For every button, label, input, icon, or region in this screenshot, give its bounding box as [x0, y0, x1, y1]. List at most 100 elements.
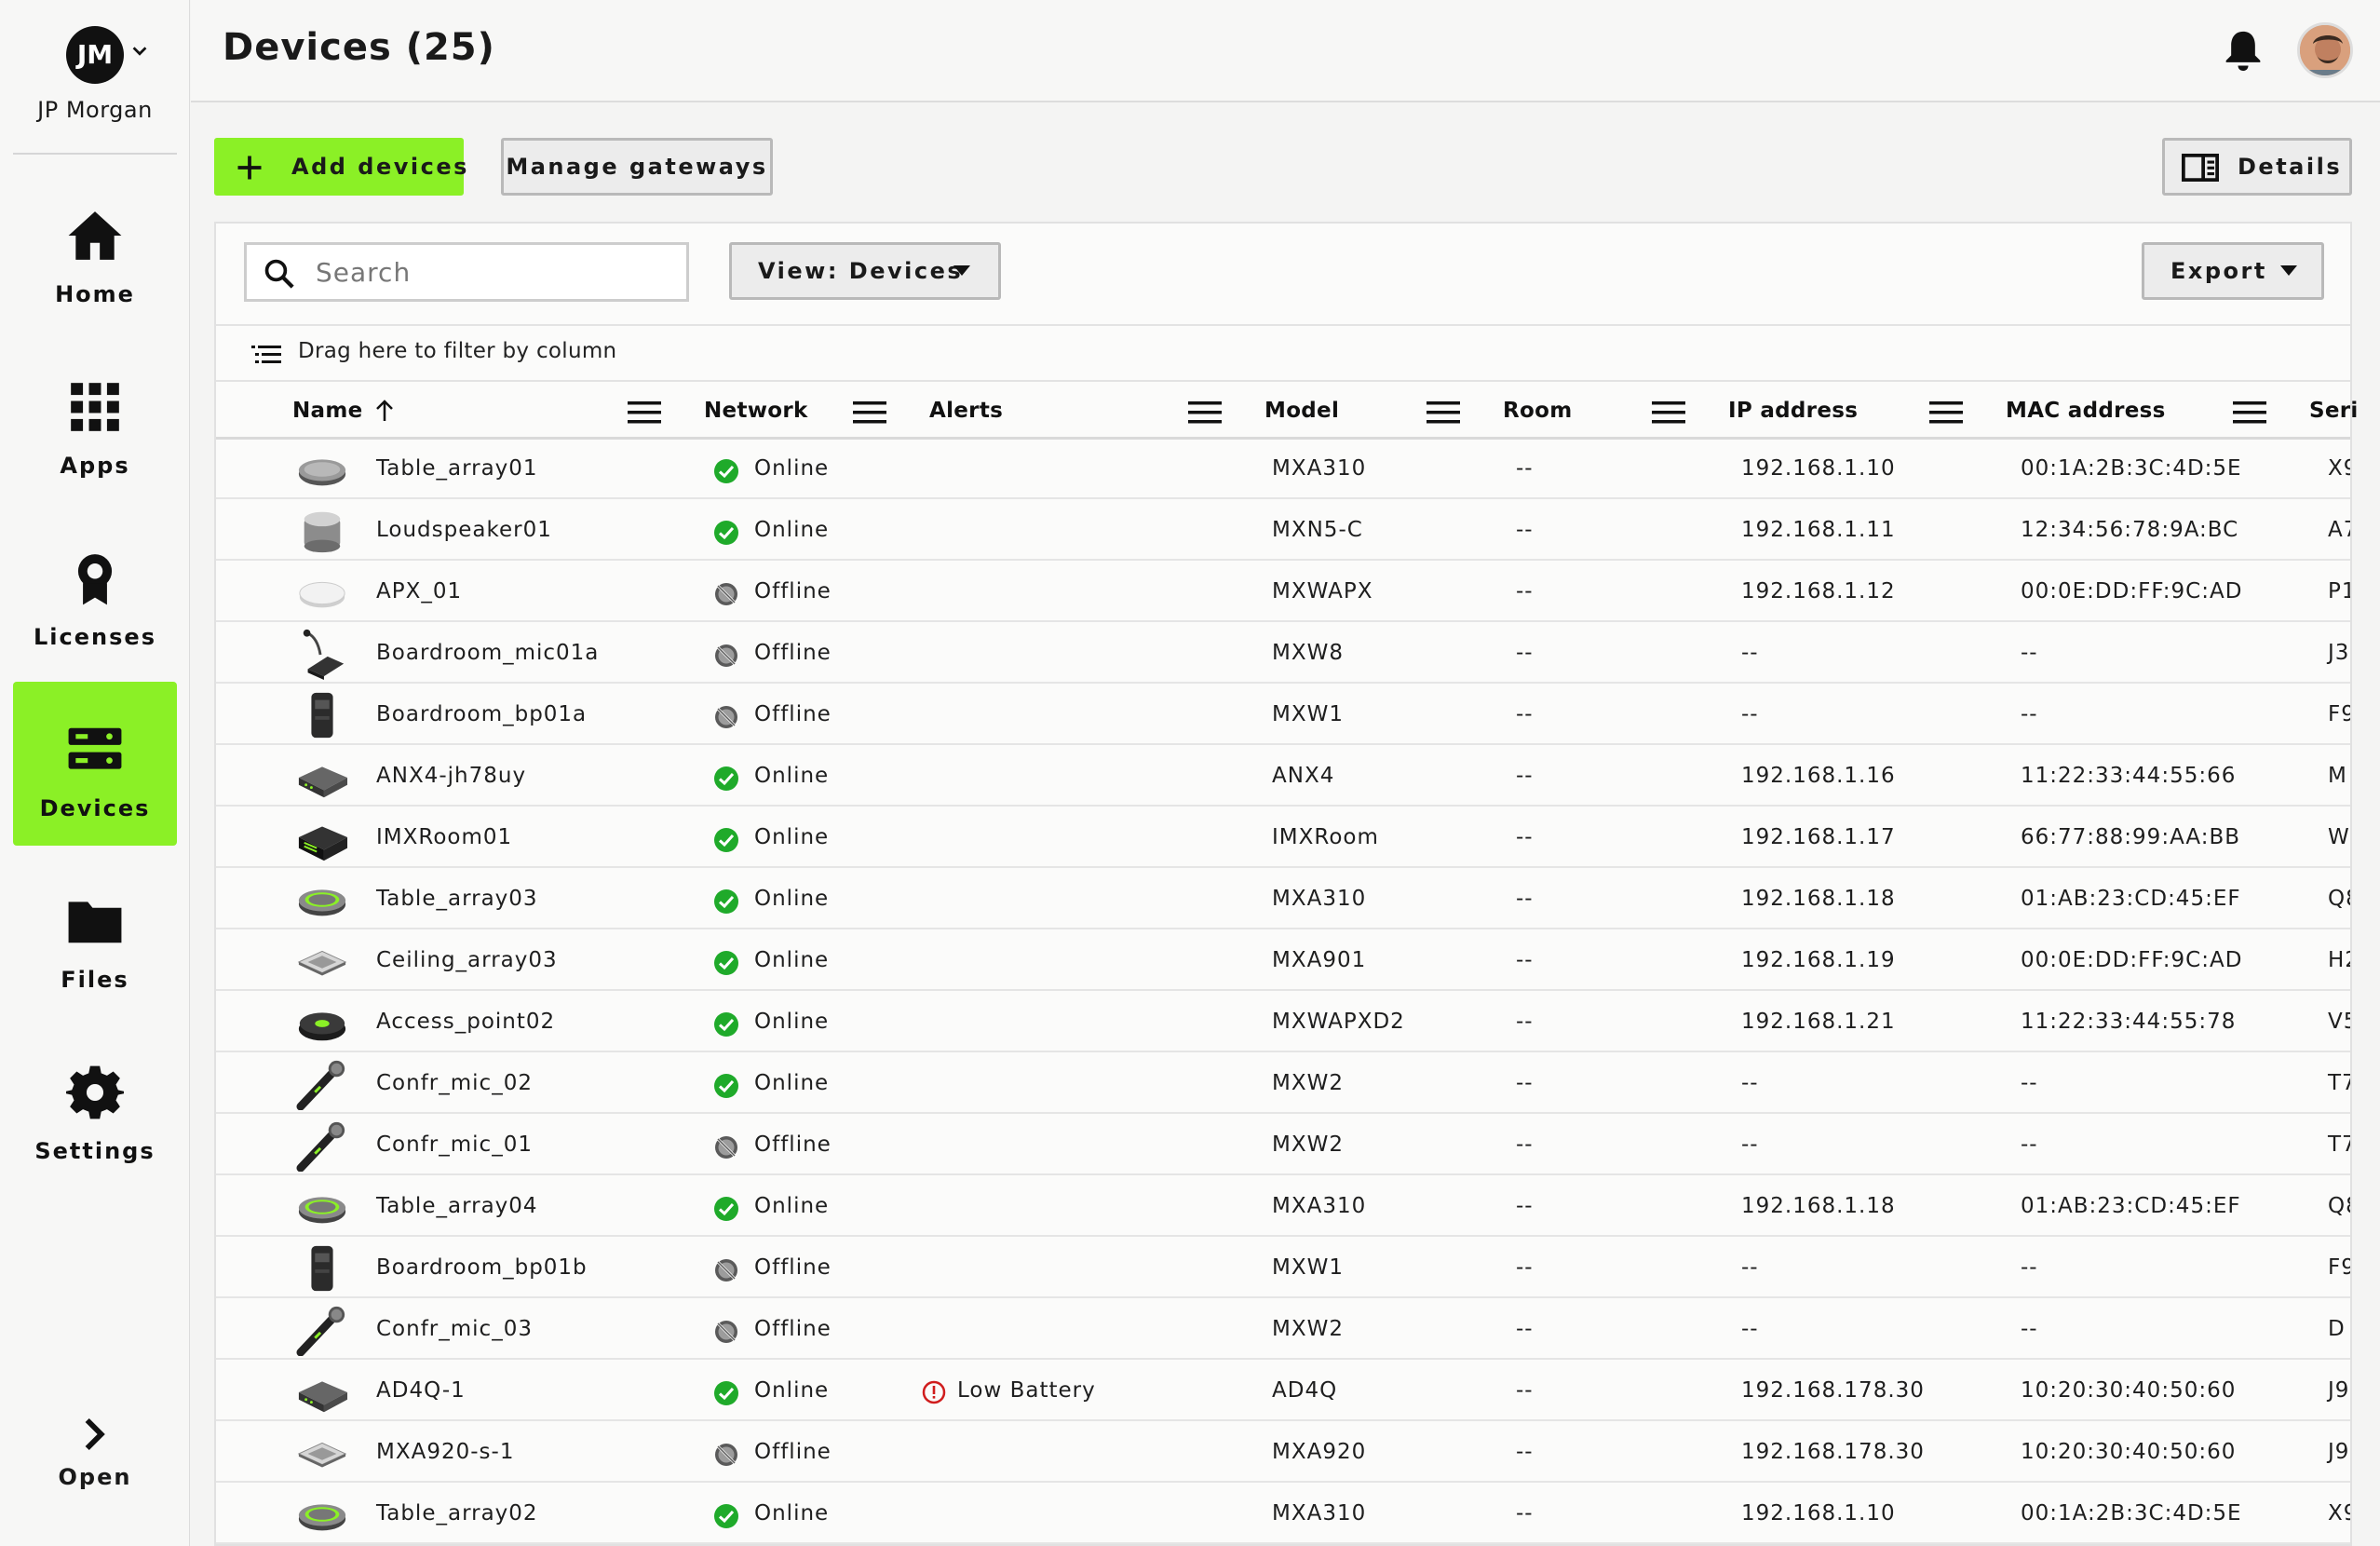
cell-device-name[interactable]: Table_array04: [376, 1194, 538, 1218]
cell-network-status: Offline: [754, 579, 832, 603]
chevron-down-icon[interactable]: [129, 41, 150, 61]
search-input[interactable]: [316, 252, 669, 292]
table-row[interactable]: Ceiling_array03 Online MXA901 -- 192.168…: [216, 931, 2350, 991]
cell-device-name[interactable]: Loudspeaker01: [376, 518, 552, 542]
cell-device-name[interactable]: Confr_mic_02: [376, 1071, 533, 1095]
table-row[interactable]: Access_point02 Online MXWAPXD2 -- 192.16…: [216, 993, 2350, 1052]
cell-device-name[interactable]: MXA920-s-1: [376, 1440, 514, 1464]
cell-serial: J9: [2328, 1440, 2350, 1464]
column-header-name[interactable]: Name: [292, 399, 363, 423]
column-header-mac-address[interactable]: MAC address: [2006, 399, 2166, 423]
table-row[interactable]: Boardroom_bp01b Offline MXW1 -- -- -- F9: [216, 1239, 2350, 1298]
table-row[interactable]: Confr_mic_01 Offline MXW2 -- -- -- T7: [216, 1116, 2350, 1175]
cell-device-name[interactable]: Boardroom_mic01a: [376, 641, 599, 665]
nav-item-settings[interactable]: Settings: [13, 1024, 177, 1188]
cell-device-name[interactable]: Boardroom_bp01a: [376, 702, 587, 726]
status-offline-icon: [715, 706, 737, 728]
cell-serial: F9: [2328, 702, 2350, 726]
group-by-drop-zone[interactable]: Drag here to filter by column: [216, 324, 2350, 382]
table-row[interactable]: Table_array04 Online MXA310 -- 192.168.1…: [216, 1177, 2350, 1237]
column-menu-icon[interactable]: [1652, 400, 1685, 425]
cell-mac-address: --: [2021, 1255, 2038, 1280]
cell-device-name[interactable]: Ceiling_array03: [376, 948, 558, 972]
column-header-network[interactable]: Network: [704, 399, 808, 423]
sidebar-expand-button[interactable]: Open: [13, 1397, 177, 1509]
search-box[interactable]: [244, 242, 689, 302]
column-header-model[interactable]: Model: [1264, 399, 1339, 423]
cell-serial: A7: [2328, 518, 2350, 542]
table-row[interactable]: Confr_mic_03 Offline MXW2 -- -- -- D: [216, 1300, 2350, 1360]
cell-ip-address: --: [1741, 1317, 1759, 1341]
column-header-room[interactable]: Room: [1503, 399, 1572, 423]
table-row[interactable]: Table_array03 Online MXA310 -- 192.168.1…: [216, 870, 2350, 929]
export-dropdown[interactable]: Export: [2142, 242, 2324, 300]
cell-device-name[interactable]: Table_array02: [376, 1501, 538, 1526]
column-menu-icon[interactable]: [628, 400, 661, 425]
gear-icon: [66, 1065, 124, 1119]
add-devices-button[interactable]: Add devices: [214, 138, 467, 196]
cell-device-name[interactable]: Access_point02: [376, 1010, 555, 1034]
details-button[interactable]: Details: [2162, 138, 2352, 196]
device-thumbnail-handheld-mic-icon: [296, 1306, 345, 1356]
cell-device-name[interactable]: AD4Q-1: [376, 1378, 466, 1403]
cell-ip-address: 192.168.1.17: [1741, 825, 1896, 849]
table-row[interactable]: Boardroom_mic01a Offline MXW8 -- -- -- J…: [216, 624, 2350, 684]
cell-ip-address: --: [1741, 702, 1759, 726]
table-row[interactable]: Confr_mic_02 Online MXW2 -- -- -- T7: [216, 1054, 2350, 1114]
cell-device-name[interactable]: IMXRoom01: [376, 825, 512, 849]
manage-gateways-button[interactable]: Manage gateways: [501, 138, 773, 196]
cell-device-name[interactable]: Confr_mic_03: [376, 1317, 533, 1341]
org-avatar[interactable]: JM: [66, 26, 124, 84]
table-row[interactable]: APX_01 Offline MXWAPX -- 192.168.1.12 00…: [216, 563, 2350, 622]
table-row[interactable]: Boardroom_bp01a Offline MXW1 -- -- -- F9: [216, 685, 2350, 745]
table-row[interactable]: Table_array02 Online MXA310 -- 192.168.1…: [216, 1485, 2350, 1544]
table-row[interactable]: Loudspeaker01 Online MXN5-C -- 192.168.1…: [216, 501, 2350, 561]
column-menu-icon[interactable]: [853, 400, 886, 425]
nav-item-home[interactable]: Home: [13, 168, 177, 332]
column-menu-icon[interactable]: [1929, 400, 1963, 425]
bell-icon[interactable]: [2223, 28, 2264, 73]
user-avatar[interactable]: [2297, 22, 2353, 78]
nav-item-devices[interactable]: Devices: [13, 682, 177, 846]
cell-serial: J9: [2328, 1378, 2350, 1403]
table-row[interactable]: AD4Q-1 Online Low Battery AD4Q -- 192.16…: [216, 1362, 2350, 1421]
device-thumbnail-table-array-green-icon: [298, 1197, 346, 1224]
org-name: JP Morgan: [37, 97, 153, 123]
cell-model: ANX4: [1272, 764, 1335, 788]
sidebar: JM JP Morgan Home Apps Licenses Devices: [0, 0, 190, 1546]
table-row[interactable]: Table_array01 Online MXA310 -- 192.168.1…: [216, 440, 2350, 499]
cell-device-name[interactable]: APX_01: [376, 579, 462, 603]
view-dropdown[interactable]: View: Devices: [729, 242, 1001, 300]
table-row[interactable]: IMXRoom01 Online IMXRoom -- 192.168.1.17…: [216, 808, 2350, 868]
cell-device-name[interactable]: Boardroom_bp01b: [376, 1255, 588, 1280]
column-menu-icon[interactable]: [1188, 400, 1222, 425]
cell-room: --: [1516, 456, 1534, 481]
table-row[interactable]: MXA920-s-1 Offline MXA920 -- 192.168.178…: [216, 1423, 2350, 1483]
column-menu-icon[interactable]: [1427, 400, 1460, 425]
nav-item-licenses[interactable]: Licenses: [13, 510, 177, 674]
cell-device-name[interactable]: Table_array03: [376, 887, 538, 911]
caret-down-icon: [953, 265, 970, 276]
nav-item-files[interactable]: Files: [13, 853, 177, 1017]
column-header-ip-address[interactable]: IP address: [1728, 399, 1858, 423]
column-header-alerts[interactable]: Alerts: [929, 399, 1003, 423]
table-row[interactable]: ANX4-jh78uy Online ANX4 -- 192.168.1.16 …: [216, 747, 2350, 807]
sort-ascending-icon[interactable]: [374, 399, 395, 423]
cell-device-name[interactable]: Table_array01: [376, 456, 538, 481]
device-thumbnail-bodypack-icon: [311, 692, 333, 739]
cell-device-name[interactable]: Confr_mic_01: [376, 1132, 533, 1157]
column-header-serial[interactable]: Seri: [2309, 399, 2359, 423]
cell-device-name[interactable]: ANX4-jh78uy: [376, 764, 526, 788]
cell-mac-address: --: [2021, 641, 2038, 665]
cell-mac-address: --: [2021, 1132, 2038, 1157]
nav-item-apps[interactable]: Apps: [13, 339, 177, 503]
cell-network-status: Online: [754, 518, 830, 542]
device-thumbnail-ceiling-array-icon: [297, 950, 347, 976]
status-offline-icon: [715, 583, 737, 605]
cell-room: --: [1516, 1378, 1534, 1403]
cell-serial: F9: [2328, 1255, 2350, 1280]
divider: [13, 153, 177, 155]
column-menu-icon[interactable]: [2233, 400, 2266, 425]
org-switcher[interactable]: JM JP Morgan: [0, 26, 190, 123]
status-online-icon: [714, 459, 738, 483]
